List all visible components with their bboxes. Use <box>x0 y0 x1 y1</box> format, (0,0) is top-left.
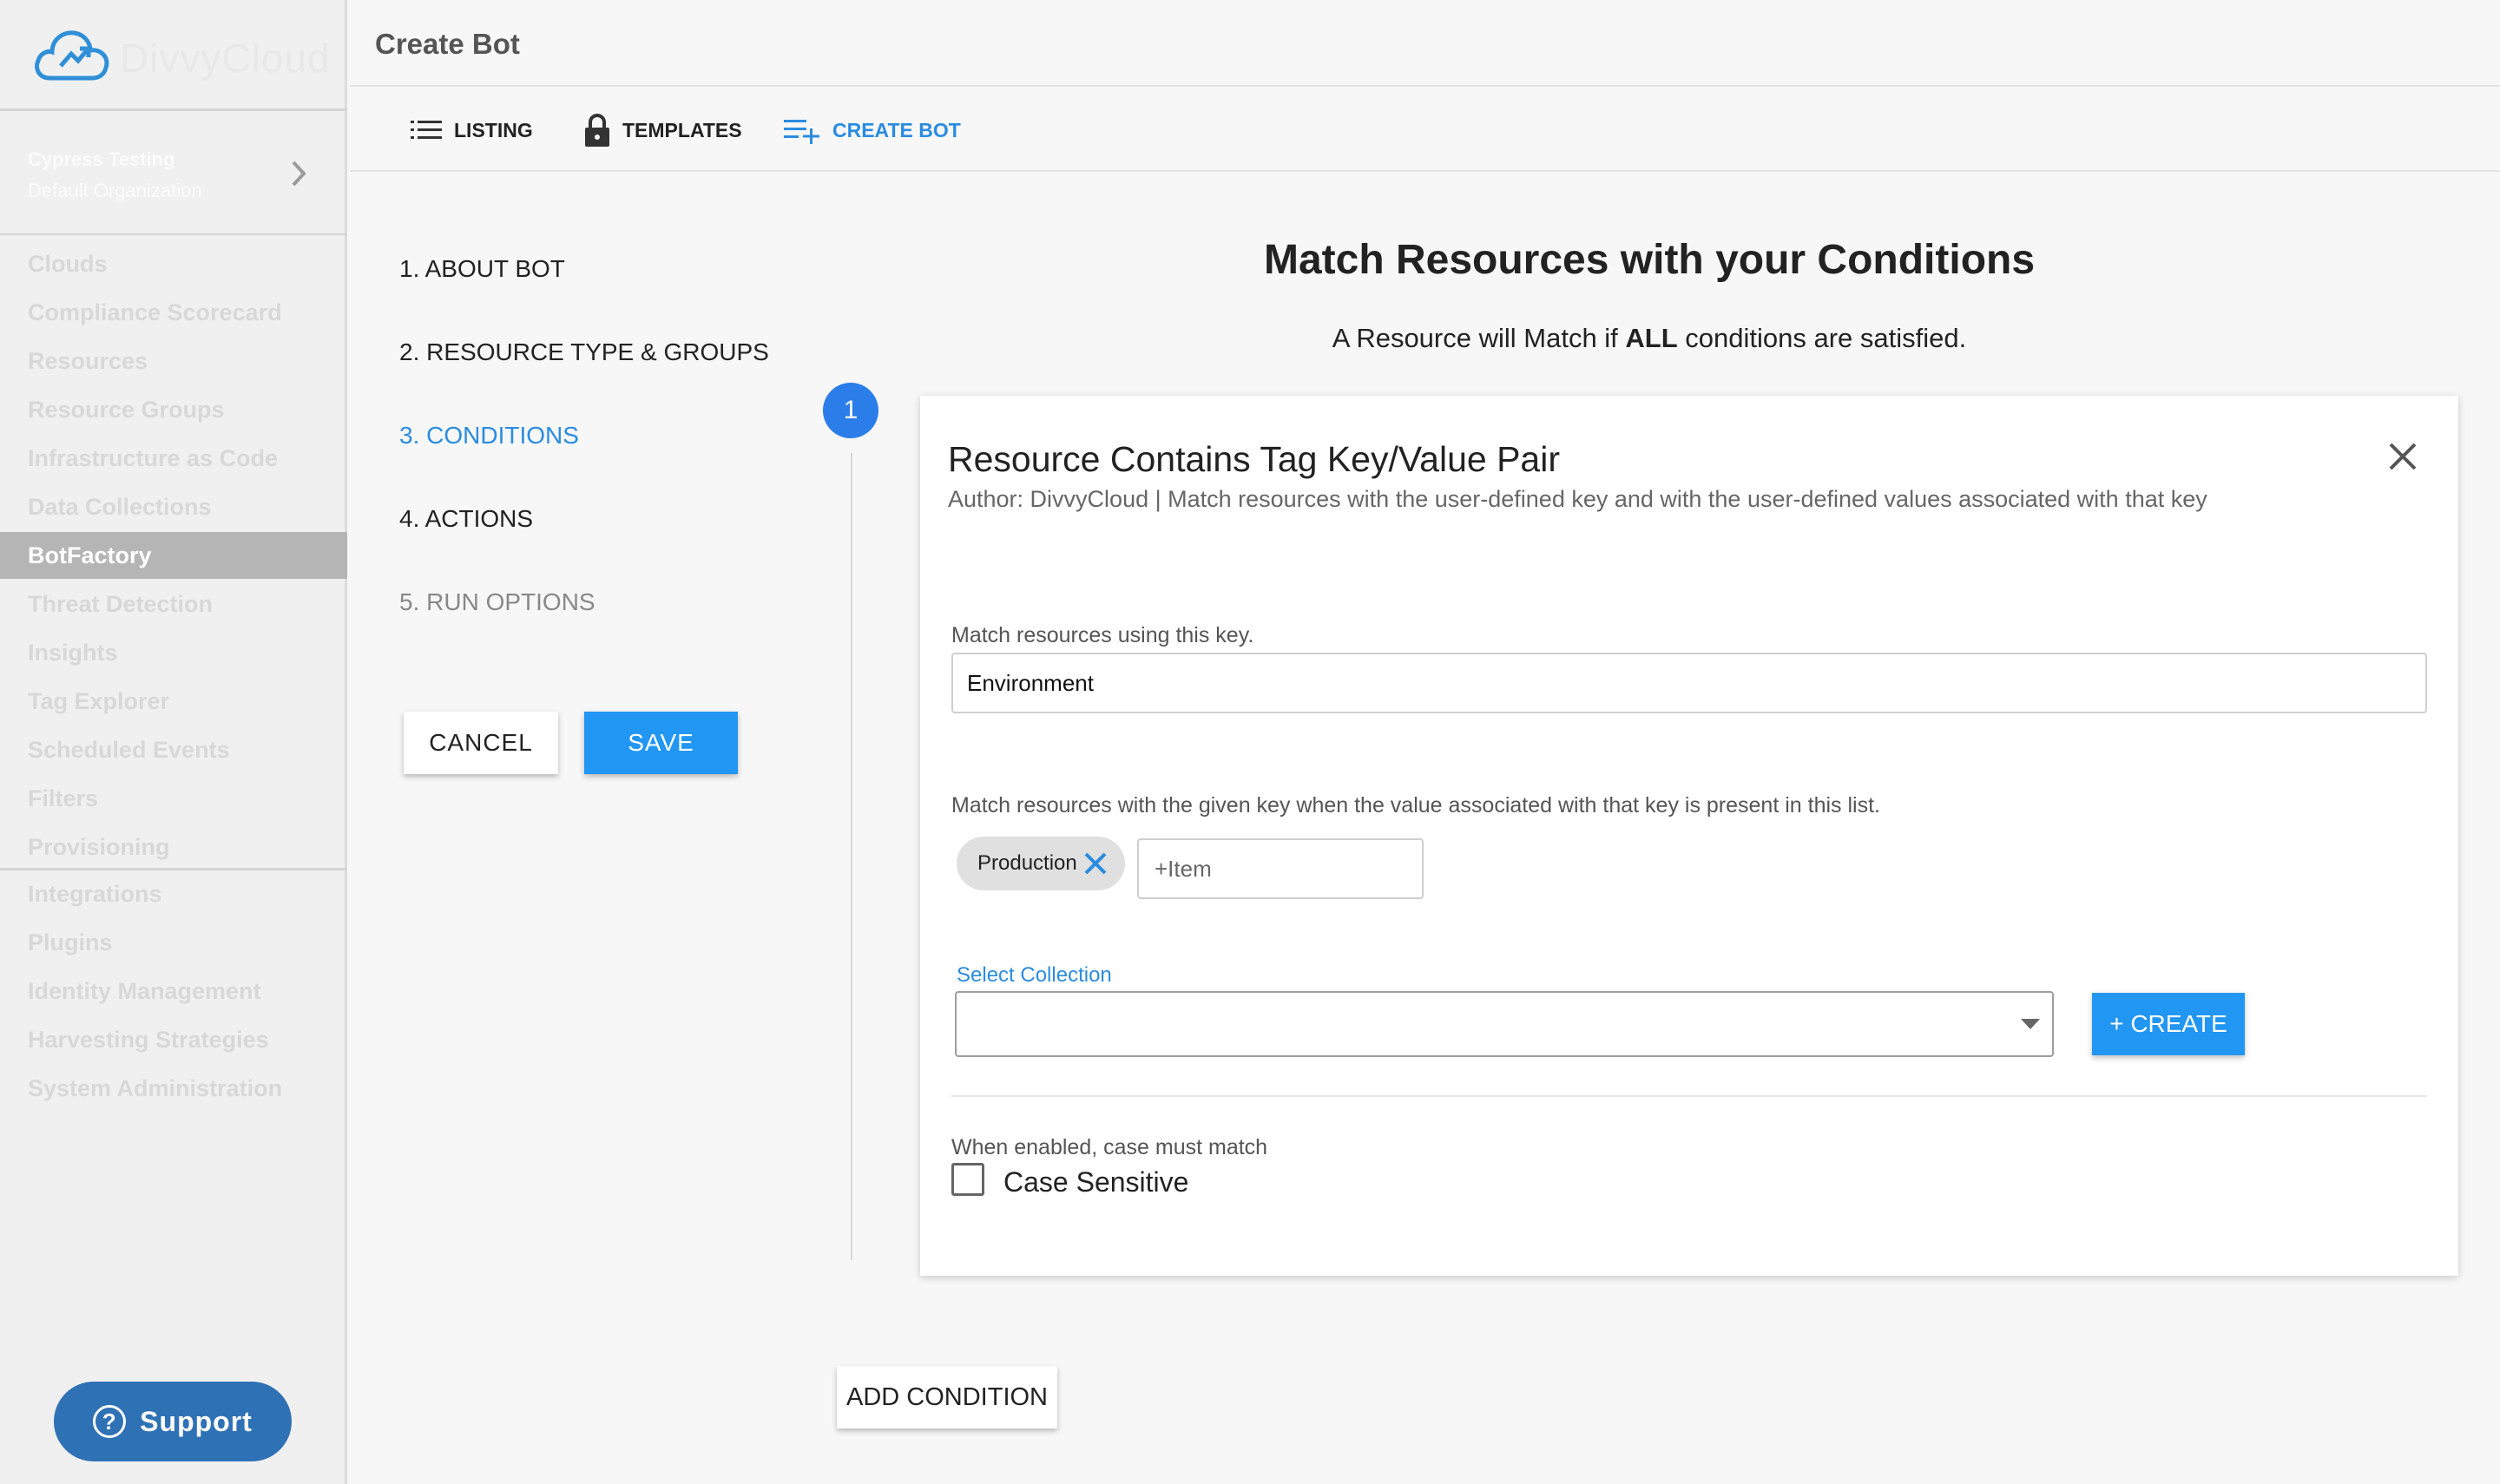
case-sensitive-checkbox[interactable] <box>951 1163 984 1196</box>
sidebar-item-plugins[interactable]: Plugins <box>0 919 347 966</box>
value-chip-label: Production <box>977 851 1077 875</box>
dropdown-arrow-icon <box>2021 1019 2040 1029</box>
org-switcher[interactable]: Cypress Testing Default Organization <box>0 114 347 235</box>
tab-listing-label: LISTING <box>454 118 533 141</box>
support-label: Support <box>140 1405 253 1437</box>
step-actions[interactable]: 4. ACTIONS <box>399 505 533 533</box>
lock-icon <box>585 114 609 147</box>
step-resource-type-groups[interactable]: 2. RESOURCE TYPE & GROUPS <box>399 338 769 366</box>
sidebar-item-clouds[interactable]: Clouds <box>0 240 347 287</box>
sidebar-item-resources[interactable]: Resources <box>0 338 347 384</box>
chevron-right-icon <box>292 161 306 187</box>
logo-text: DivvyCloud <box>120 36 331 81</box>
tab-templates[interactable]: TEMPLATES <box>584 111 742 149</box>
sidebar-item-identity-management[interactable]: Identity Management <box>0 968 347 1015</box>
sidebar: DivvyCloud Cypress Testing Default Organ… <box>0 0 347 1484</box>
condition-title: Resource Contains Tag Key/Value Pair <box>948 439 1560 479</box>
value-chip: Production <box>957 837 1125 890</box>
save-button[interactable]: SAVE <box>584 712 738 774</box>
collection-select[interactable] <box>955 991 2054 1057</box>
condition-author: Author: DivvyCloud | Match resources wit… <box>948 486 2207 512</box>
main-subtitle: A Resource will Match if ALL conditions … <box>868 323 2431 354</box>
values-field-label: Match resources with the given key when … <box>951 793 1880 818</box>
sidebar-item-compliance-scorecard[interactable]: Compliance Scorecard <box>0 289 347 336</box>
sidebar-item-filters[interactable]: Filters <box>0 775 347 822</box>
key-input[interactable]: Environment <box>951 653 2427 713</box>
list-icon <box>411 121 442 139</box>
sidebar-item-harvesting-strategies[interactable]: Harvesting Strategies <box>0 1016 347 1063</box>
sidebar-item-insights[interactable]: Insights <box>0 629 347 676</box>
main-title: Match Resources with your Conditions <box>1263 237 2036 283</box>
cancel-button[interactable]: CANCEL <box>404 712 558 774</box>
tab-templates-label: TEMPLATES <box>622 118 742 141</box>
tab-create-bot-label: CREATE BOT <box>832 118 961 141</box>
org-name: Cypress Testing <box>28 148 175 170</box>
subtitle-pre: A Resource will Match if <box>1332 323 1626 353</box>
sidebar-item-infrastructure-as-code[interactable]: Infrastructure as Code <box>0 435 347 482</box>
chip-remove-icon[interactable] <box>1082 850 1109 877</box>
top-bar: Create Bot <box>350 0 2500 87</box>
step-conditions[interactable]: 3. CONDITIONS <box>399 422 579 450</box>
logo[interactable]: DivvyCloud <box>0 0 347 111</box>
tab-listing[interactable]: LISTING <box>411 111 533 149</box>
sidebar-item-system-administration[interactable]: System Administration <box>0 1065 347 1112</box>
step-run-options[interactable]: 5. RUN OPTIONS <box>399 588 595 616</box>
step-about-bot[interactable]: 1. ABOUT BOT <box>399 255 565 283</box>
org-subtitle: Default Organization <box>28 180 202 201</box>
tab-create-bot[interactable]: CREATE BOT <box>784 111 961 149</box>
subtitle-post: conditions are satisfied. <box>1677 323 1967 353</box>
sidebar-item-data-collections[interactable]: Data Collections <box>0 483 347 530</box>
sidebar-item-threat-detection[interactable]: Threat Detection <box>0 581 347 627</box>
condition-card: Resource Contains Tag Key/Value Pair Aut… <box>920 396 2458 1276</box>
sidebar-item-integrations[interactable]: Integrations <box>0 870 347 917</box>
case-hint: When enabled, case must match <box>951 1135 1268 1159</box>
playlist-add-icon <box>784 120 819 144</box>
page-title: Create Bot <box>375 28 520 60</box>
collection-select-label: Select Collection <box>957 963 1112 987</box>
sidebar-item-resource-groups[interactable]: Resource Groups <box>0 386 347 433</box>
support-button[interactable]: ? Support <box>54 1382 292 1461</box>
key-field-label: Match resources using this key. <box>951 623 1254 647</box>
create-collection-button[interactable]: + CREATE <box>2092 993 2245 1055</box>
subtitle-bold: ALL <box>1625 323 1678 353</box>
sidebar-item-scheduled-events[interactable]: Scheduled Events <box>0 726 347 773</box>
condition-timeline-line <box>851 453 852 1260</box>
add-item-input[interactable]: +Item <box>1137 838 1424 899</box>
sidebar-item-provisioning[interactable]: Provisioning <box>0 824 347 870</box>
cloud-logo-icon <box>35 30 109 81</box>
sidebar-item-tag-explorer[interactable]: Tag Explorer <box>0 678 347 725</box>
add-condition-button[interactable]: ADD CONDITION <box>837 1366 1057 1428</box>
help-icon: ? <box>93 1405 127 1438</box>
tab-bar: LISTING TEMPLATES CREATE BOT <box>350 87 2500 172</box>
case-sensitive-label[interactable]: Case Sensitive <box>1003 1166 1188 1198</box>
sidebar-item-botfactory[interactable]: BotFactory <box>0 532 347 579</box>
condition-number-badge: 1 <box>823 383 878 438</box>
close-icon[interactable] <box>2387 441 2418 472</box>
divider <box>951 1095 2427 1097</box>
